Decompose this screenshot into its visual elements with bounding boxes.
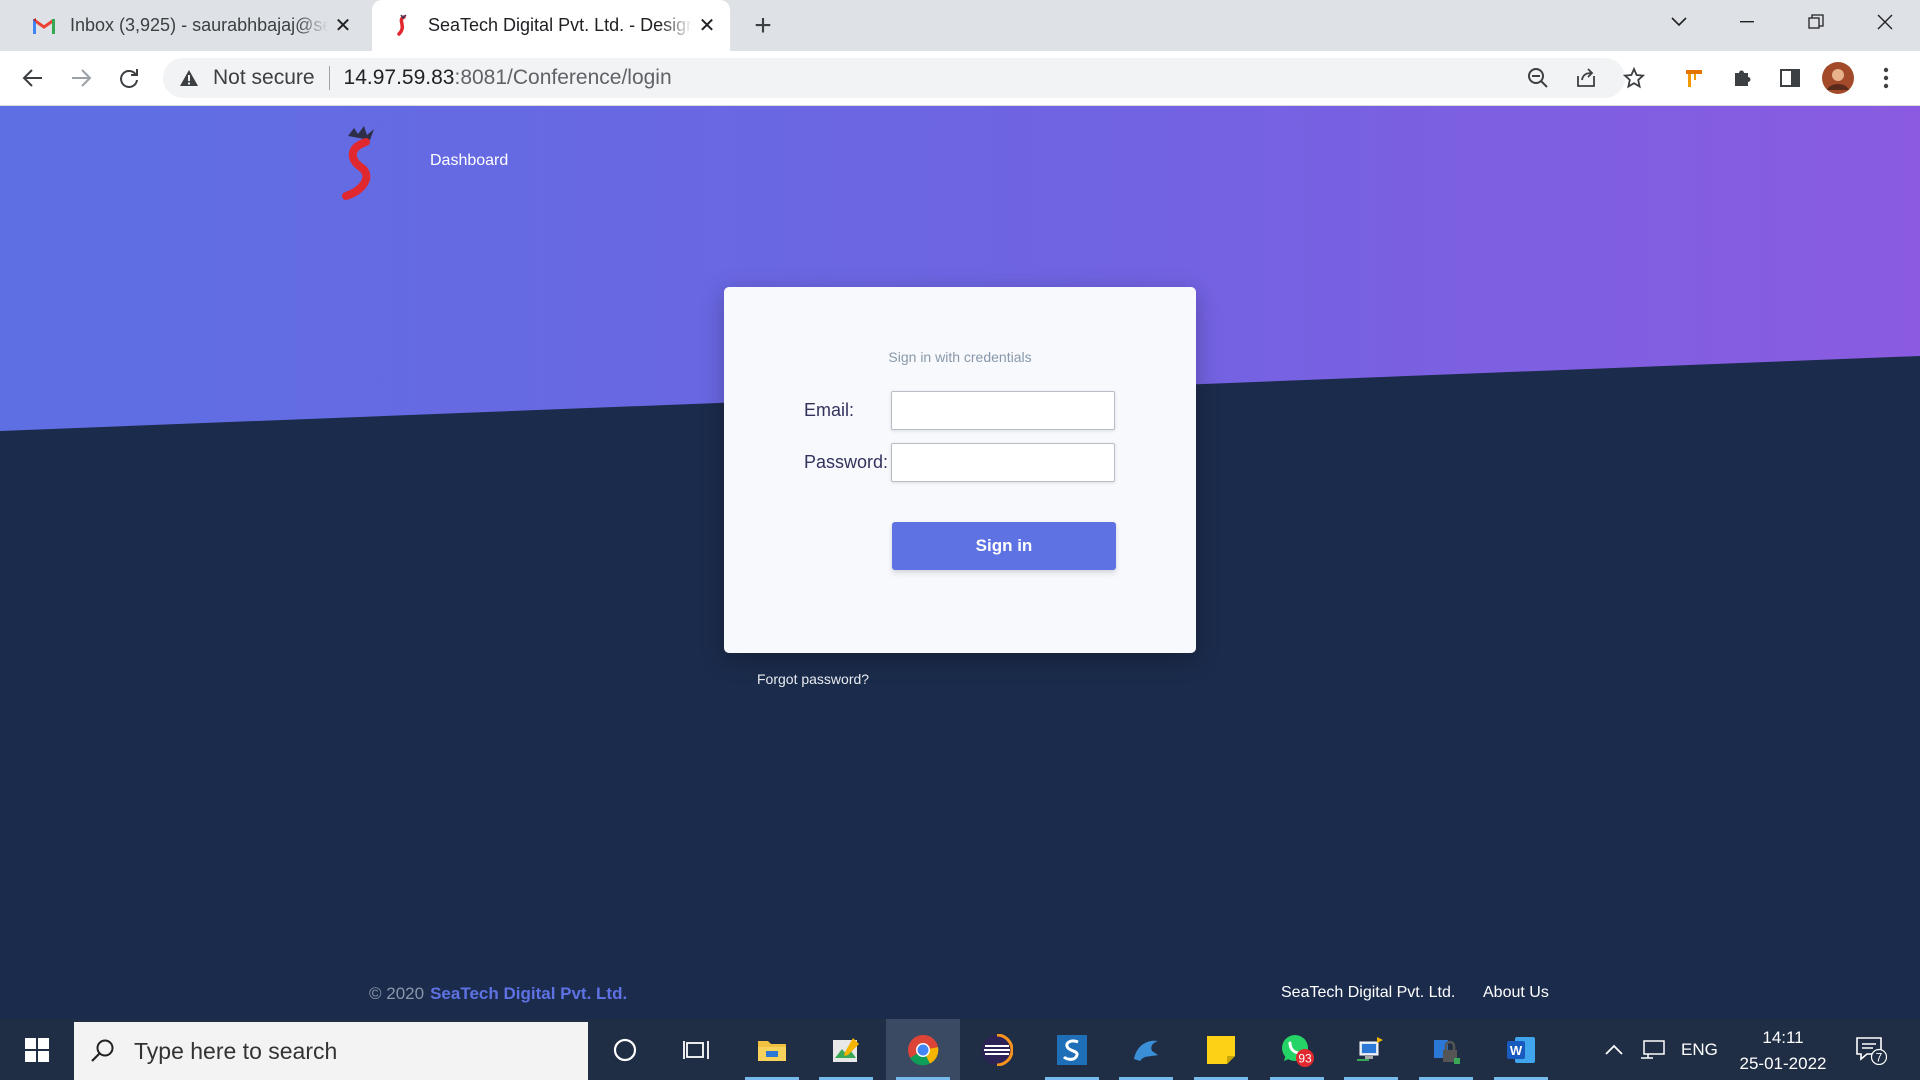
file-explorer-icon[interactable]: [735, 1019, 809, 1080]
footer-copyright: © 2020 SeaTech Digital Pvt. Ltd.: [369, 984, 627, 1004]
reload-icon[interactable]: [110, 59, 148, 97]
password-label: Password:: [804, 452, 889, 472]
tray-chevron-up-icon[interactable]: [1604, 1019, 1624, 1080]
language-indicator[interactable]: ENG: [1681, 1019, 1718, 1080]
dolphin-app-icon[interactable]: [1109, 1019, 1183, 1080]
chrome-icon[interactable]: [886, 1019, 960, 1080]
minimize-icon[interactable]: [1718, 0, 1776, 44]
browser-toolbar: Not secure 14.97.59.83:8081/Conference/l…: [0, 51, 1920, 106]
footer-link-company[interactable]: SeaTech Digital Pvt. Ltd.: [1281, 984, 1455, 1002]
url-path: :8081/Conference/login: [454, 66, 672, 89]
email-label: Email:: [804, 400, 855, 420]
zoom-out-icon[interactable]: [1519, 59, 1557, 97]
seatech-logo-icon: [390, 13, 414, 38]
sublime-s-app-icon[interactable]: [1035, 1019, 1109, 1080]
close-icon[interactable]: ✕: [328, 11, 358, 41]
copyright-text: © 2020: [369, 984, 425, 1003]
word-icon[interactable]: W: [1484, 1019, 1558, 1080]
svg-text:W: W: [1510, 1043, 1523, 1058]
side-panel-icon[interactable]: [1771, 59, 1809, 97]
windows-logo-icon: [25, 1037, 49, 1062]
task-view-icon[interactable]: [659, 1019, 733, 1080]
forward-icon[interactable]: [62, 59, 100, 97]
gmail-icon: [32, 14, 56, 38]
page-content: Dashboard Sign in with credentials Email…: [0, 106, 1920, 1019]
extension-icon[interactable]: [1675, 59, 1713, 97]
clock-date: 25-01-2022: [1739, 1054, 1827, 1073]
search-placeholder: Type here to search: [134, 1037, 338, 1064]
sticky-notes-icon[interactable]: [1184, 1019, 1258, 1080]
whatsapp-icon[interactable]: 93: [1260, 1019, 1334, 1080]
login-subtitle: Sign in with credentials: [888, 349, 1032, 365]
notifications-icon[interactable]: 7: [1855, 1019, 1887, 1080]
security-label[interactable]: Not secure: [213, 66, 315, 90]
tab-gmail-inbox[interactable]: Inbox (3,925) - saurabhbajaj@seatech ✕: [14, 0, 366, 51]
restore-icon[interactable]: [1787, 0, 1845, 44]
divider: [328, 66, 330, 90]
search-icon: [91, 1039, 114, 1062]
network-computer-app-icon[interactable]: [1334, 1019, 1408, 1080]
email-field[interactable]: [891, 391, 1115, 430]
network-icon[interactable]: [1640, 1019, 1666, 1080]
close-icon[interactable]: ✕: [692, 11, 722, 41]
tab-search-icon[interactable]: [1650, 0, 1708, 44]
taskbar-clock[interactable]: 14:11 25-01-2022: [1735, 1025, 1831, 1077]
start-button[interactable]: [0, 1019, 74, 1080]
bookmark-star-icon[interactable]: [1615, 59, 1653, 97]
address-bar[interactable]: Not secure 14.97.59.83:8081/Conference/l…: [163, 58, 1645, 98]
cortana-icon[interactable]: [588, 1019, 662, 1080]
menu-kebab-icon[interactable]: [1867, 59, 1905, 97]
password-field[interactable]: [891, 443, 1115, 482]
footer-link-about[interactable]: About Us: [1483, 984, 1549, 1002]
taskbar-search[interactable]: Type here to search: [74, 1022, 588, 1080]
tab-title: Inbox (3,925) - saurabhbajaj@seatech: [70, 15, 328, 35]
warning-icon[interactable]: [177, 69, 201, 87]
tab-title: SeaTech Digital Pvt. Ltd. - Design: [428, 15, 692, 35]
close-window-icon[interactable]: [1856, 0, 1914, 44]
eclipse-icon[interactable]: [960, 1019, 1034, 1080]
seatech-logo[interactable]: [336, 124, 386, 204]
lock-app-icon[interactable]: [1409, 1019, 1483, 1080]
nav-dashboard-link[interactable]: Dashboard: [430, 152, 508, 170]
share-icon[interactable]: [1567, 59, 1605, 97]
tab-strip: Inbox (3,925) - saurabhbajaj@seatech ✕ S…: [0, 0, 1920, 51]
login-card: Sign in with credentials Email: Password…: [724, 287, 1196, 653]
sign-in-button[interactable]: Sign in: [892, 522, 1116, 570]
notification-count: 7: [1876, 1050, 1883, 1064]
windows-taskbar: Type here to search 93 W ENG 14:11 25-01…: [0, 1019, 1920, 1080]
whatsapp-badge: 93: [1298, 1051, 1312, 1065]
clock-time: 14:11: [1762, 1028, 1804, 1047]
new-tab-icon[interactable]: +: [745, 8, 781, 44]
forgot-password-link[interactable]: Forgot password?: [757, 671, 869, 687]
tab-seatech-login[interactable]: SeaTech Digital Pvt. Ltd. - Design ✕: [372, 0, 730, 51]
avatar[interactable]: [1819, 59, 1857, 97]
extensions-puzzle-icon[interactable]: [1723, 59, 1761, 97]
back-icon[interactable]: [14, 59, 52, 97]
image-viewer-app-icon[interactable]: [809, 1019, 883, 1080]
footer-brand-link[interactable]: SeaTech Digital Pvt. Ltd.: [430, 984, 627, 1003]
url-host: 14.97.59.83: [343, 66, 455, 89]
